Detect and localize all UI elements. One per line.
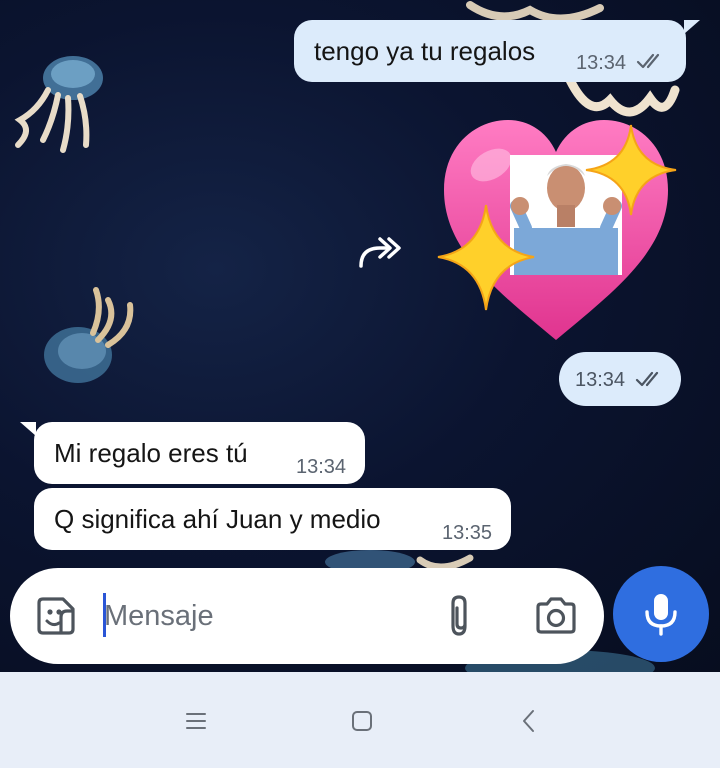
bubble-tail (684, 20, 700, 34)
message-text: Mi regalo eres tú (54, 438, 248, 468)
outgoing-message[interactable]: tengo ya tu regalos 13:34 (294, 20, 686, 82)
camera-icon[interactable] (532, 594, 580, 638)
system-navigation-bar (0, 672, 720, 768)
back-chevron-icon[interactable] (508, 704, 548, 738)
text-caret (103, 593, 106, 637)
message-time: 13:34 (296, 456, 347, 478)
home-square-icon[interactable] (342, 704, 382, 738)
message-time: 13:35 (442, 522, 493, 544)
message-input[interactable] (104, 590, 424, 642)
sticker-smiley-icon[interactable] (32, 592, 80, 640)
sticker-time-pill: 13:34 (559, 352, 681, 406)
microphone-icon (645, 594, 677, 636)
heart-sticker[interactable] (436, 110, 686, 350)
jellyfish-decoration (14, 56, 103, 153)
incoming-message[interactable]: Q significa ahí Juan y medio 13:35 (34, 488, 511, 550)
message-text: tengo ya tu regalos (314, 36, 536, 66)
read-ticks-icon (635, 371, 659, 387)
paperclip-icon[interactable] (438, 592, 482, 640)
message-composer (10, 568, 604, 664)
jellyfish-decoration (44, 287, 134, 383)
message-time: 13:34 (576, 52, 627, 74)
forward-icon[interactable] (358, 234, 402, 270)
menu-lines-icon[interactable] (176, 706, 216, 736)
read-ticks-icon (636, 53, 660, 69)
bubble-tail (20, 422, 36, 436)
message-time: 13:34 (575, 369, 626, 391)
message-text: Q significa ahí Juan y medio (54, 504, 381, 534)
microphone-button[interactable] (613, 566, 709, 662)
incoming-message[interactable]: Mi regalo eres tú 13:34 (34, 422, 365, 484)
